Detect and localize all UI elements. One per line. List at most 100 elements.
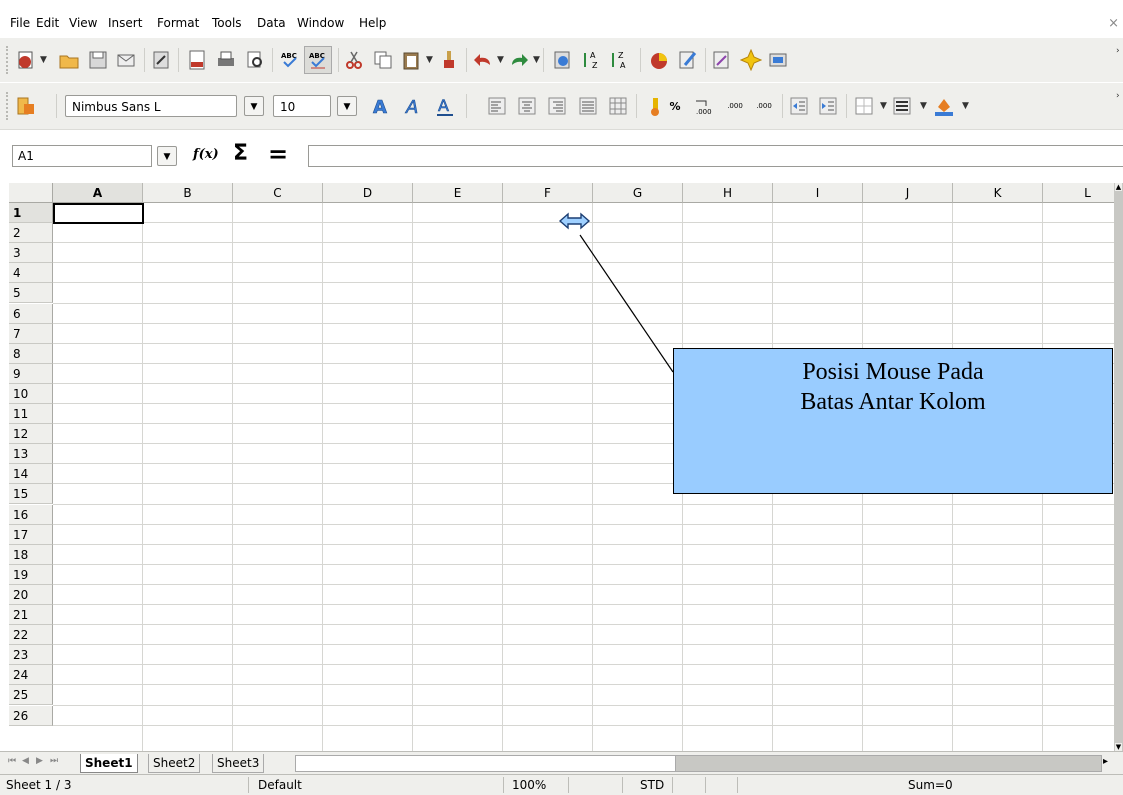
row-header-7[interactable]: 7 <box>9 323 53 344</box>
row-header-9[interactable]: 9 <box>9 363 53 384</box>
row-header-25[interactable]: 25 <box>9 685 53 706</box>
menu-tools[interactable]: Tools <box>212 16 242 30</box>
insert-chart-icon[interactable] <box>647 48 671 72</box>
font-name-dropdown-icon[interactable]: ▼ <box>244 96 264 116</box>
align-right-icon[interactable] <box>545 94 569 118</box>
scroll-up-icon[interactable]: ▲ <box>1115 183 1122 191</box>
open-folder-icon[interactable] <box>57 48 81 72</box>
font-size-dropdown-icon[interactable]: ▼ <box>337 96 357 116</box>
close-document-icon[interactable]: × <box>1108 16 1119 31</box>
select-all-corner[interactable] <box>9 183 53 203</box>
align-left-icon[interactable] <box>485 94 509 118</box>
column-header-c[interactable]: C <box>233 183 323 203</box>
menu-file[interactable]: File <box>10 16 30 30</box>
line-style-dropdown-icon[interactable]: ▼ <box>920 101 927 111</box>
row-header-24[interactable]: 24 <box>9 665 53 686</box>
toolbar-overflow-icon[interactable]: › <box>1116 46 1120 56</box>
scroll-down-icon[interactable]: ▼ <box>1115 743 1122 751</box>
sort-descending-icon[interactable]: ZA <box>608 48 632 72</box>
autospellcheck-icon[interactable]: ABC <box>304 46 332 74</box>
sheet-tab-1[interactable]: Sheet1 <box>80 754 138 773</box>
row-header-3[interactable]: 3 <box>9 243 53 264</box>
column-header-h[interactable]: H <box>683 183 773 203</box>
row-header-17[interactable]: 17 <box>9 524 53 545</box>
print-icon[interactable] <box>214 48 238 72</box>
column-header-j[interactable]: J <box>863 183 953 203</box>
format-paintbrush-icon[interactable] <box>437 48 461 72</box>
row-header-10[interactable]: 10 <box>9 383 53 404</box>
align-center-icon[interactable] <box>515 94 539 118</box>
menu-view[interactable]: View <box>69 16 97 30</box>
page-style[interactable]: Default <box>258 777 302 793</box>
save-icon[interactable] <box>86 48 110 72</box>
background-color-dropdown-icon[interactable]: ▼ <box>962 101 969 111</box>
justify-icon[interactable] <box>576 94 600 118</box>
styles-formatting-icon[interactable] <box>14 94 38 118</box>
new-document-icon[interactable] <box>14 48 38 72</box>
delete-decimal-icon[interactable]: .000 <box>752 94 776 118</box>
row-header-12[interactable]: 12 <box>9 424 53 445</box>
last-sheet-icon[interactable]: ⏭ <box>50 756 58 766</box>
row-header-19[interactable]: 19 <box>9 564 53 585</box>
paste-dropdown-icon[interactable]: ▼ <box>426 55 433 65</box>
page-preview-icon[interactable] <box>243 48 267 72</box>
menu-help[interactable]: Help <box>359 16 386 30</box>
sheet-tab-3[interactable]: Sheet3 <box>212 754 265 773</box>
column-header-g[interactable]: G <box>593 183 683 203</box>
toolbar-overflow-icon[interactable]: › <box>1116 91 1120 101</box>
row-header-21[interactable]: 21 <box>9 605 53 625</box>
font-size-box[interactable]: 10 <box>273 95 331 117</box>
email-document-icon[interactable] <box>114 48 138 72</box>
column-header-i[interactable]: I <box>773 183 863 203</box>
decrease-indent-icon[interactable] <box>787 94 811 118</box>
function-wizard-button[interactable]: f(x) <box>193 147 219 162</box>
bold-icon[interactable]: A <box>369 94 393 118</box>
redo-icon[interactable] <box>507 48 531 72</box>
name-box-dropdown-icon[interactable]: ▼ <box>157 146 177 166</box>
merge-cells-icon[interactable] <box>606 94 630 118</box>
new-dropdown-icon[interactable]: ▼ <box>40 55 47 65</box>
menu-window[interactable]: Window <box>297 16 344 30</box>
row-header-18[interactable]: 18 <box>9 544 53 565</box>
sheet-tab-2[interactable]: Sheet2 <box>148 754 201 773</box>
row-header-15[interactable]: 15 <box>9 484 53 505</box>
row-header-8[interactable]: 8 <box>9 343 53 364</box>
menu-data[interactable]: Data <box>257 16 286 30</box>
export-pdf-icon[interactable] <box>185 48 209 72</box>
row-header-11[interactable]: 11 <box>9 404 53 424</box>
row-header-26[interactable]: 26 <box>9 705 53 726</box>
row-header-1[interactable]: 1 <box>9 203 53 223</box>
active-cell-cursor[interactable] <box>53 203 144 224</box>
standard-format-icon[interactable]: .000 <box>692 94 716 118</box>
name-box[interactable]: A1 <box>12 145 152 167</box>
row-header-20[interactable]: 20 <box>9 584 53 605</box>
italic-icon[interactable]: A <box>402 94 426 118</box>
font-name-box[interactable]: Nimbus Sans L <box>65 95 237 117</box>
navigator-icon[interactable] <box>739 48 763 72</box>
row-header-4[interactable]: 4 <box>9 263 53 284</box>
column-header-f[interactable]: F <box>503 183 593 203</box>
formula-input[interactable] <box>308 145 1123 167</box>
column-header-b[interactable]: B <box>143 183 233 203</box>
row-header-14[interactable]: 14 <box>9 464 53 485</box>
percent-format-icon[interactable]: % <box>663 94 687 118</box>
scroll-right-icon[interactable]: ▸ <box>1103 756 1108 767</box>
column-header-k[interactable]: K <box>953 183 1043 203</box>
sum-button[interactable]: Σ <box>233 141 248 166</box>
gallery-icon[interactable] <box>766 48 790 72</box>
zoom-level[interactable]: 100% <box>512 777 546 793</box>
column-header-l[interactable]: L <box>1043 183 1114 203</box>
cut-icon[interactable] <box>342 48 366 72</box>
menu-insert[interactable]: Insert <box>108 16 142 30</box>
line-style-icon[interactable] <box>890 94 914 118</box>
copy-icon[interactable] <box>371 48 395 72</box>
column-header-d[interactable]: D <box>323 183 413 203</box>
horizontal-scrollbar[interactable] <box>295 755 677 772</box>
menu-format[interactable]: Format <box>157 16 199 30</box>
undo-dropdown-icon[interactable]: ▼ <box>497 55 504 65</box>
row-header-13[interactable]: 13 <box>9 444 53 465</box>
previous-sheet-icon[interactable]: ◀ <box>22 756 29 766</box>
borders-icon[interactable] <box>852 94 876 118</box>
function-button[interactable]: = <box>268 140 288 168</box>
row-header-6[interactable]: 6 <box>9 303 53 324</box>
